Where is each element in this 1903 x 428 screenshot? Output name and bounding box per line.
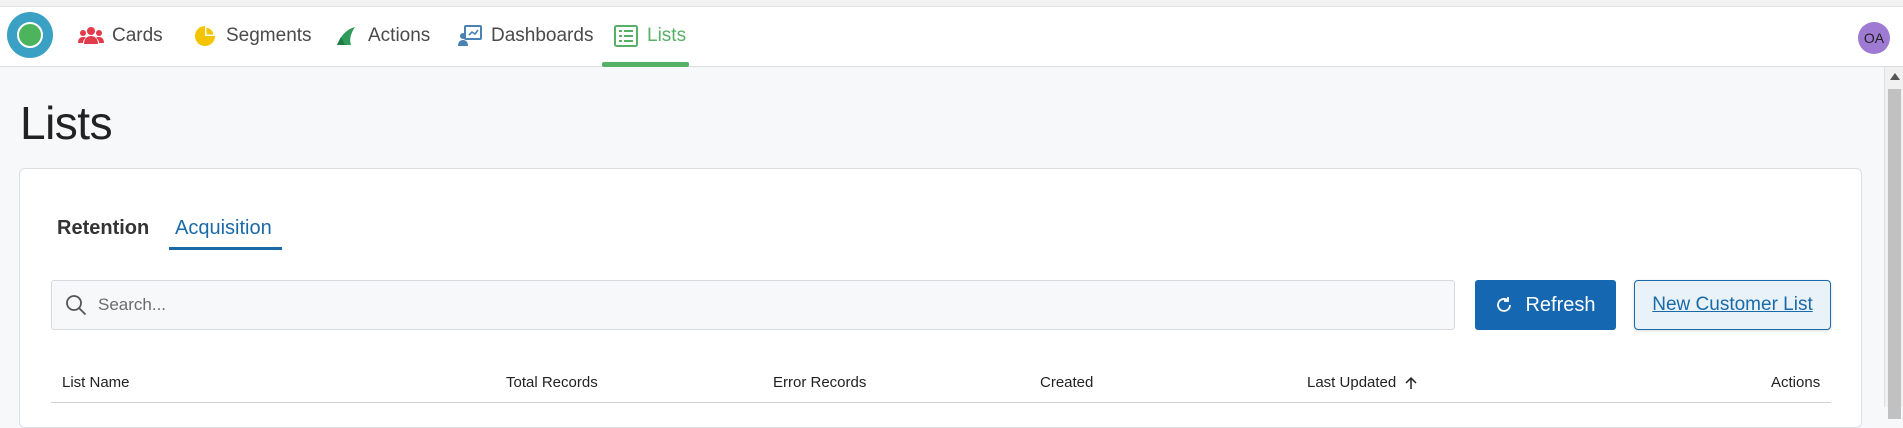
search-icon xyxy=(64,293,88,317)
column-header-label: Error Records xyxy=(773,374,867,391)
nav-label-dashboards: Dashboards xyxy=(491,25,594,46)
refresh-icon xyxy=(1495,296,1513,314)
tab-acquisition[interactable]: Acquisition xyxy=(175,217,272,240)
refresh-label: Refresh xyxy=(1525,293,1596,316)
column-header-label: List Name xyxy=(62,374,130,391)
page-title: Lists xyxy=(20,97,113,149)
lists-card: Retention Acquisition Refresh New Custom… xyxy=(19,168,1862,428)
sort-ascending-icon xyxy=(1404,376,1418,390)
nav-item-actions[interactable]: Actions xyxy=(334,21,430,51)
nav-item-cards[interactable]: Cards xyxy=(78,21,163,51)
dashboard-icon xyxy=(457,24,483,48)
active-nav-indicator xyxy=(602,62,689,67)
column-header-created[interactable]: Created xyxy=(1040,374,1093,391)
pie-chart-icon xyxy=(192,24,218,48)
avatar-initials: OA xyxy=(1863,30,1885,46)
nav-item-lists[interactable]: Lists xyxy=(613,21,686,51)
nav-label-lists: Lists xyxy=(647,25,687,46)
nav-label-segments: Segments xyxy=(226,25,312,46)
page-scrollbar[interactable] xyxy=(1884,67,1903,419)
actions-icon xyxy=(334,24,360,48)
scrollbar-thumb[interactable] xyxy=(1888,89,1901,419)
nav-label-cards: Cards xyxy=(112,25,163,46)
user-avatar[interactable]: OA xyxy=(1858,22,1890,54)
logo-inner-circle xyxy=(17,22,43,48)
new-customer-list-label: New Customer List xyxy=(1652,294,1813,315)
top-navbar: Cards Segments Actions Dashboards Lists … xyxy=(0,7,1903,67)
users-icon xyxy=(78,24,104,48)
column-header-label: Total Records xyxy=(506,374,598,391)
table-header-divider xyxy=(51,402,1831,403)
new-customer-list-button[interactable]: New Customer List xyxy=(1634,280,1831,330)
column-header-total-records[interactable]: Total Records xyxy=(506,374,598,391)
refresh-button[interactable]: Refresh xyxy=(1475,280,1616,330)
column-header-list-name[interactable]: List Name xyxy=(62,374,130,391)
list-icon xyxy=(613,24,639,48)
column-header-label: Actions xyxy=(1771,374,1821,391)
nav-item-segments[interactable]: Segments xyxy=(192,21,312,51)
browser-top-strip xyxy=(0,0,1903,7)
nav-item-dashboards[interactable]: Dashboards xyxy=(457,21,593,51)
scroll-up-arrow-icon[interactable] xyxy=(1890,73,1900,80)
column-header-last-updated[interactable]: Last Updated xyxy=(1307,374,1418,391)
active-tab-indicator xyxy=(169,247,282,250)
column-header-actions: Actions xyxy=(1771,374,1820,391)
column-header-label: Created xyxy=(1040,374,1094,391)
column-header-error-records[interactable]: Error Records xyxy=(773,374,866,391)
search-input[interactable] xyxy=(98,295,1398,315)
nav-label-actions: Actions xyxy=(368,25,431,46)
search-box xyxy=(51,280,1455,330)
column-header-label: Last Updated xyxy=(1307,374,1397,391)
tab-retention[interactable]: Retention xyxy=(57,217,149,240)
app-logo[interactable] xyxy=(7,12,53,58)
